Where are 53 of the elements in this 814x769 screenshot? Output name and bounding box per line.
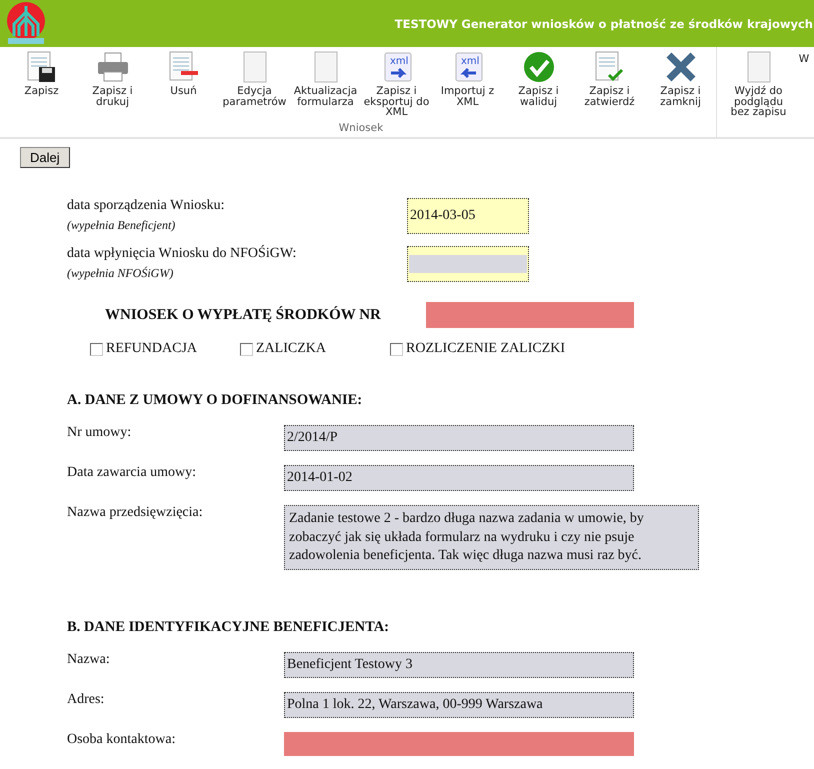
input-field[interactable]: Polna 1 lok. 22, Warszawa, 00-999 Warszawa xyxy=(284,692,634,718)
field-hint: (wypełnia Beneficjent) xyxy=(67,218,176,233)
input-field[interactable]: Beneficjent Testowy 3 xyxy=(284,652,634,678)
save-icon xyxy=(26,51,56,83)
toolbar-button[interactable]: Usuń xyxy=(148,47,219,118)
field-label: Nazwa przedsięwzięcia: xyxy=(67,505,204,522)
field-label: Osoba kontaktowa: xyxy=(67,732,176,748)
field-label: data sporządzenia Wniosku: xyxy=(67,198,226,214)
blank-page-icon xyxy=(242,51,266,83)
toolbar-button[interactable]: Zapisz i zatwierdź xyxy=(574,47,645,118)
date-field[interactable] xyxy=(407,246,529,282)
next-button[interactable]: Dalej xyxy=(20,147,70,168)
printer-icon xyxy=(96,51,128,83)
delete-document-icon xyxy=(168,51,198,83)
checkbox[interactable] xyxy=(90,342,103,356)
toolbar-button[interactable]: Zapisz i waliduj xyxy=(503,47,574,118)
input-field[interactable] xyxy=(284,732,634,756)
close-icon xyxy=(664,51,696,83)
checkbox-label: ZALICZKA xyxy=(256,341,326,357)
toolbar-button[interactable]: Zapisz xyxy=(6,47,77,118)
logo-icon xyxy=(4,2,48,46)
input-field[interactable]: Zadanie testowe 2 - bardzo długa nazwa zadania w umowie, by zobaczyć jak się układa formularz na wydruku i czy nie psuje zadowolenia beneficjenta. Tak więc długa nazwa musi raz być. xyxy=(284,505,699,570)
field-label: Data zawarcia umowy: xyxy=(67,465,198,482)
field-label: data wpłynięcia Wniosku do NFOŚiGW: xyxy=(67,246,298,262)
section-heading: A. DANE Z UMOWY O DOFINANSOWANIE: xyxy=(67,392,364,409)
toolbar-button[interactable]: Wyjdź do podglądu bez zapisu xyxy=(723,47,794,118)
toolbar-button[interactable]: xml Importuj z XML xyxy=(432,47,503,118)
blank-page-icon xyxy=(746,51,770,83)
toolbar-button[interactable]: W xyxy=(794,47,814,118)
checkbox-label: ROZLICZENIE ZALICZKI xyxy=(406,341,566,357)
checkbox-label: REFUNDACJA xyxy=(106,341,198,357)
checkbox[interactable] xyxy=(240,342,253,356)
checkbox[interactable] xyxy=(390,342,403,356)
approve-document-icon xyxy=(594,51,624,83)
date-field[interactable]: 2014-03-05 xyxy=(407,198,529,234)
toolbar-button[interactable]: Edycja parametrów xyxy=(219,47,290,118)
toolbar-button[interactable]: Zapisz i drukuj xyxy=(77,47,148,118)
input-field[interactable]: 2/2014/P xyxy=(284,425,634,452)
toolbar-button[interactable]: Zapisz i zamknij xyxy=(645,47,716,118)
group-label: Wniosek xyxy=(338,122,384,134)
blank-page-icon xyxy=(314,51,338,83)
field-label: Nr umowy: xyxy=(67,425,132,441)
app-title: TESTOWY Generator wniosków o płatność ze środków krajowych xyxy=(394,16,813,30)
field-hint: (wypełnia NFOŚiGW) xyxy=(67,266,174,281)
section-heading: B. DANE IDENTYFIKACYJNE BENEFICJENTA: xyxy=(67,618,390,636)
request-title: WNIOSEK O WYPŁATĘ ŚRODKÓW NR xyxy=(105,306,382,324)
field-label: Adres: xyxy=(67,692,106,708)
field-label: Nazwa: xyxy=(67,652,111,668)
toolbar-button[interactable]: xml Zapisz i eksportuj do XML xyxy=(361,47,432,118)
request-number-field[interactable] xyxy=(426,302,634,328)
checkmark-icon xyxy=(522,51,554,83)
input-field[interactable]: 2014-01-02 xyxy=(284,465,634,492)
toolbar-button[interactable]: Aktualizacja formularza xyxy=(290,47,361,118)
